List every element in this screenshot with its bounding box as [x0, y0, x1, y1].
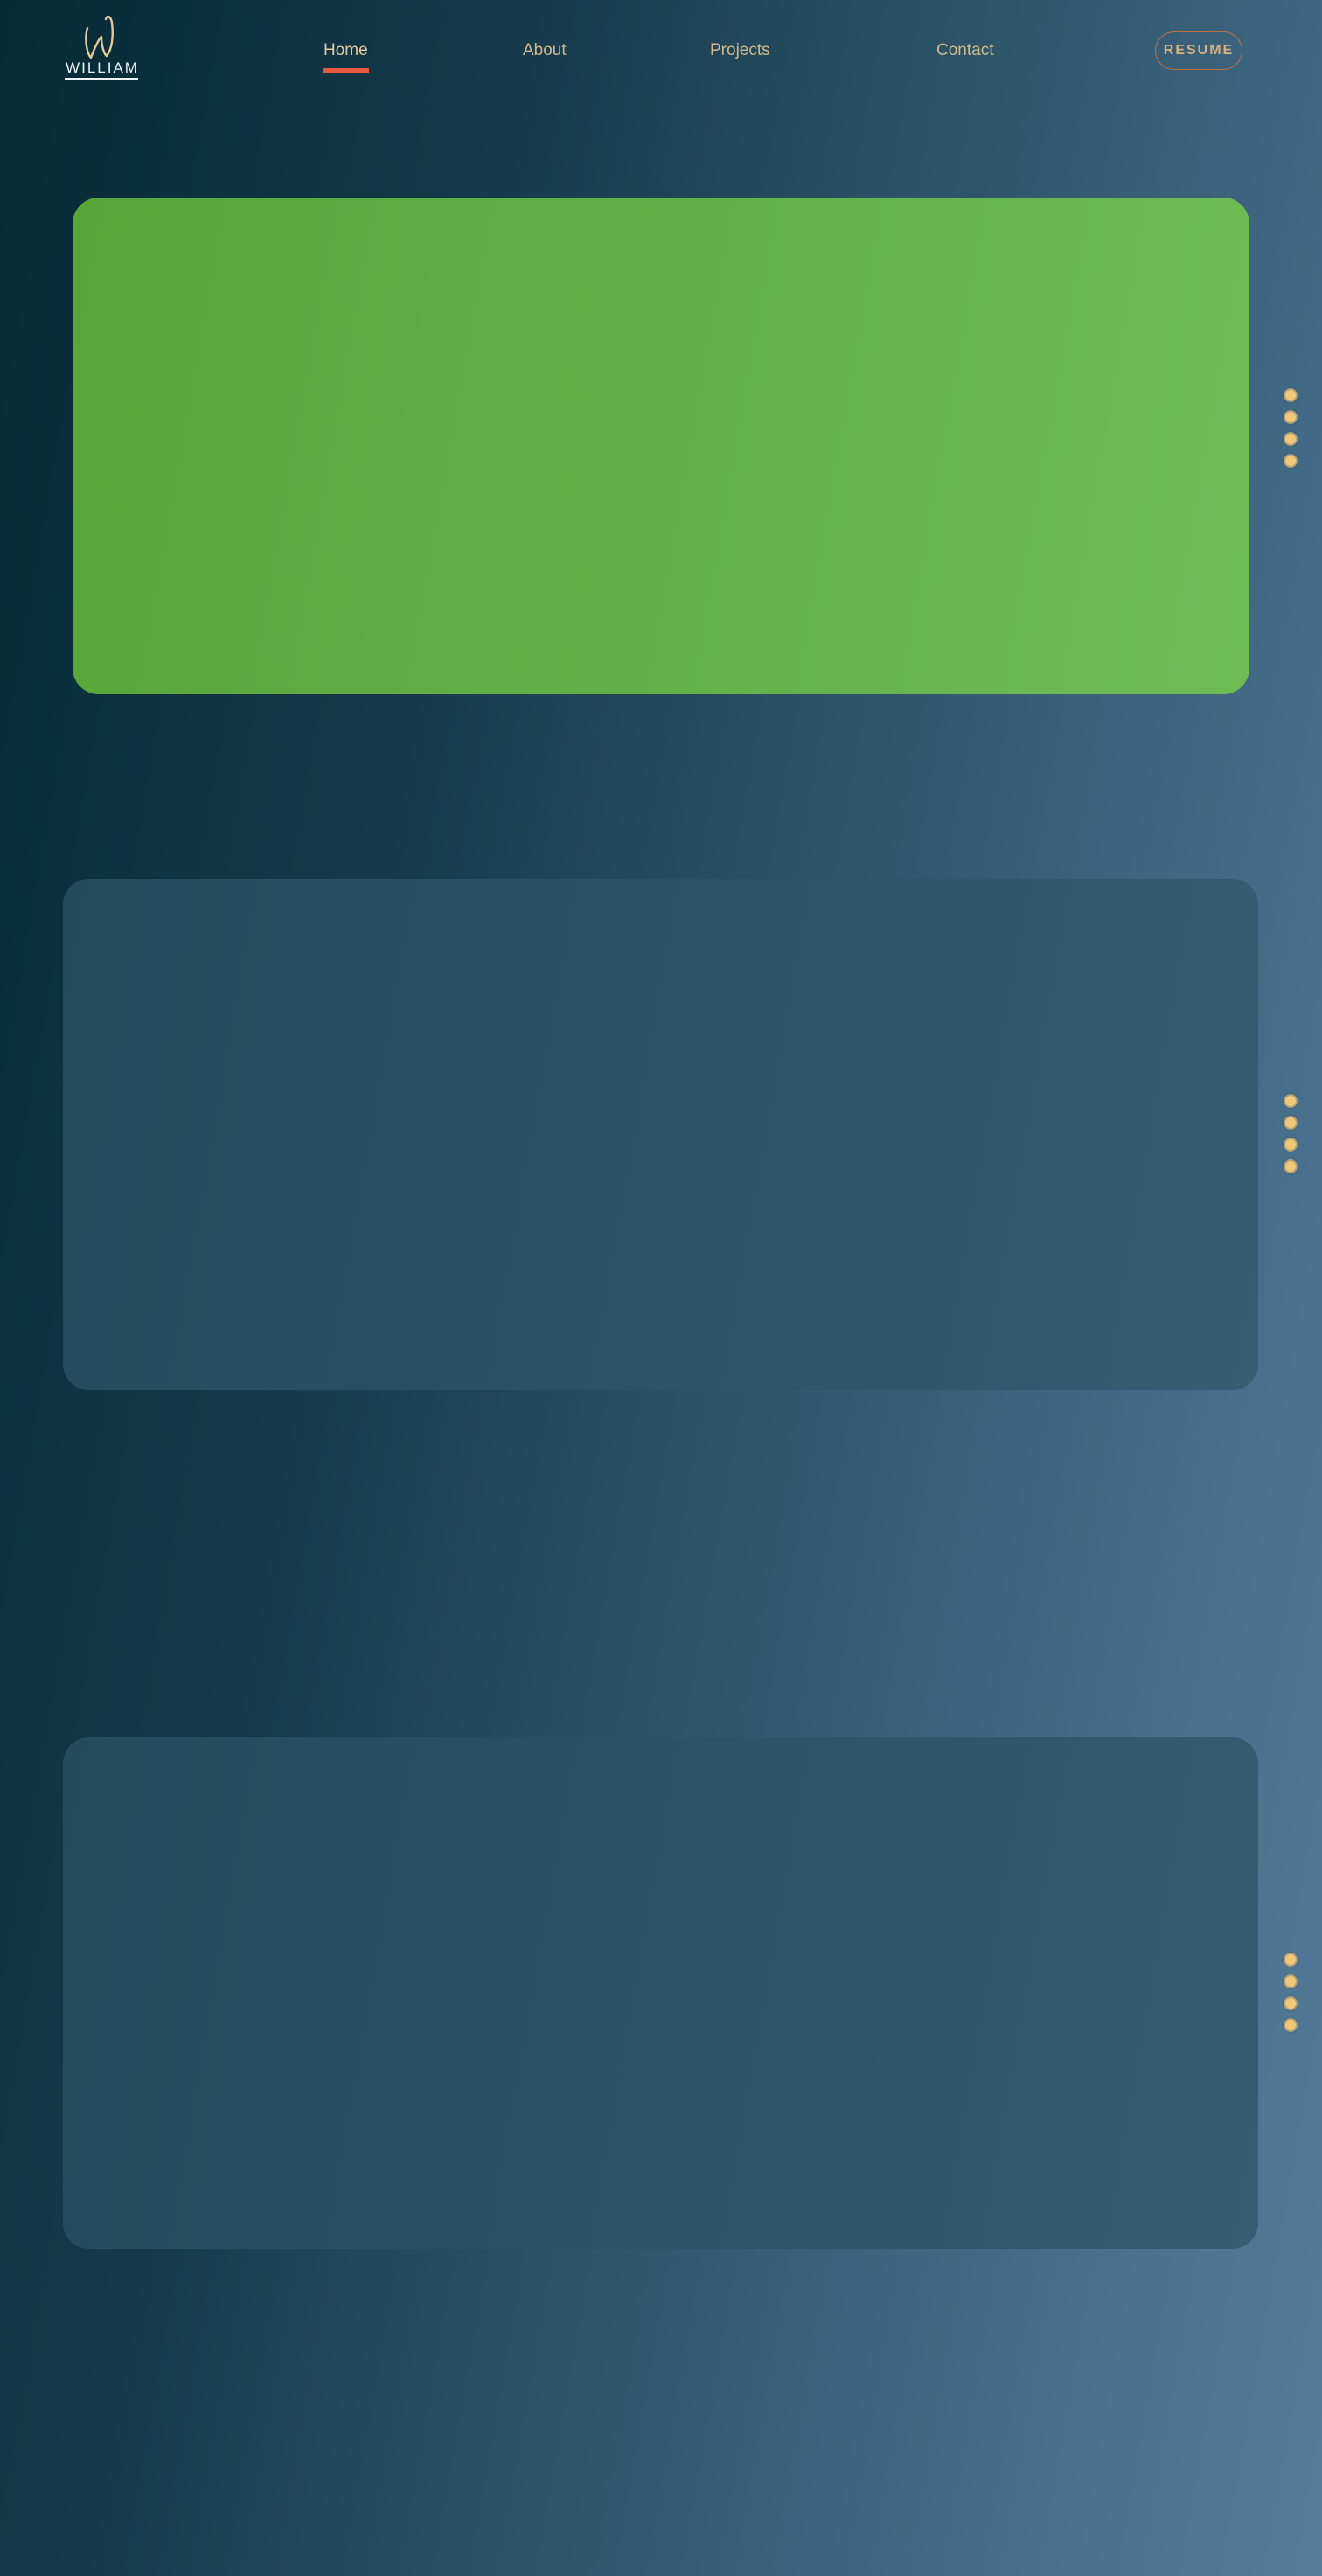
- slide-dot[interactable]: [1284, 1138, 1298, 1152]
- slide-dot[interactable]: [1284, 432, 1298, 446]
- slide-dot[interactable]: [1284, 1094, 1298, 1108]
- slide-dot[interactable]: [1284, 1974, 1298, 1988]
- nav-projects[interactable]: Projects: [710, 38, 770, 63]
- slide-dot[interactable]: [1284, 388, 1298, 402]
- section-card-3: [63, 1737, 1258, 2249]
- nav-about[interactable]: About: [523, 38, 567, 63]
- logo-text: WILLIAM: [66, 59, 139, 76]
- slide-dot[interactable]: [1284, 1996, 1298, 2010]
- resume-button[interactable]: RESUME: [1155, 31, 1242, 70]
- nav-active-indicator: [323, 68, 369, 73]
- slide-dot[interactable]: [1284, 1953, 1298, 1967]
- hero-card: [73, 198, 1249, 694]
- section-3-slide-dots: [1284, 1953, 1298, 2040]
- logo-link[interactable]: WILLIAM: [63, 10, 142, 80]
- slide-dot[interactable]: [1284, 454, 1298, 468]
- slide-dot[interactable]: [1284, 2018, 1298, 2032]
- slide-dot[interactable]: [1284, 1116, 1298, 1130]
- hero-slide-dots: [1284, 388, 1298, 476]
- slide-dot[interactable]: [1284, 410, 1298, 424]
- nav-home[interactable]: Home: [324, 38, 368, 63]
- section-2-slide-dots: [1284, 1094, 1298, 1181]
- section-card-2: [63, 879, 1258, 1390]
- slide-dot[interactable]: [1284, 1159, 1298, 1173]
- signature-w-icon: [85, 15, 114, 59]
- site-header: WILLIAM Home About Projects Contact RESU…: [0, 0, 1322, 96]
- nav-contact[interactable]: Contact: [936, 38, 993, 63]
- logo-underline: [65, 78, 138, 80]
